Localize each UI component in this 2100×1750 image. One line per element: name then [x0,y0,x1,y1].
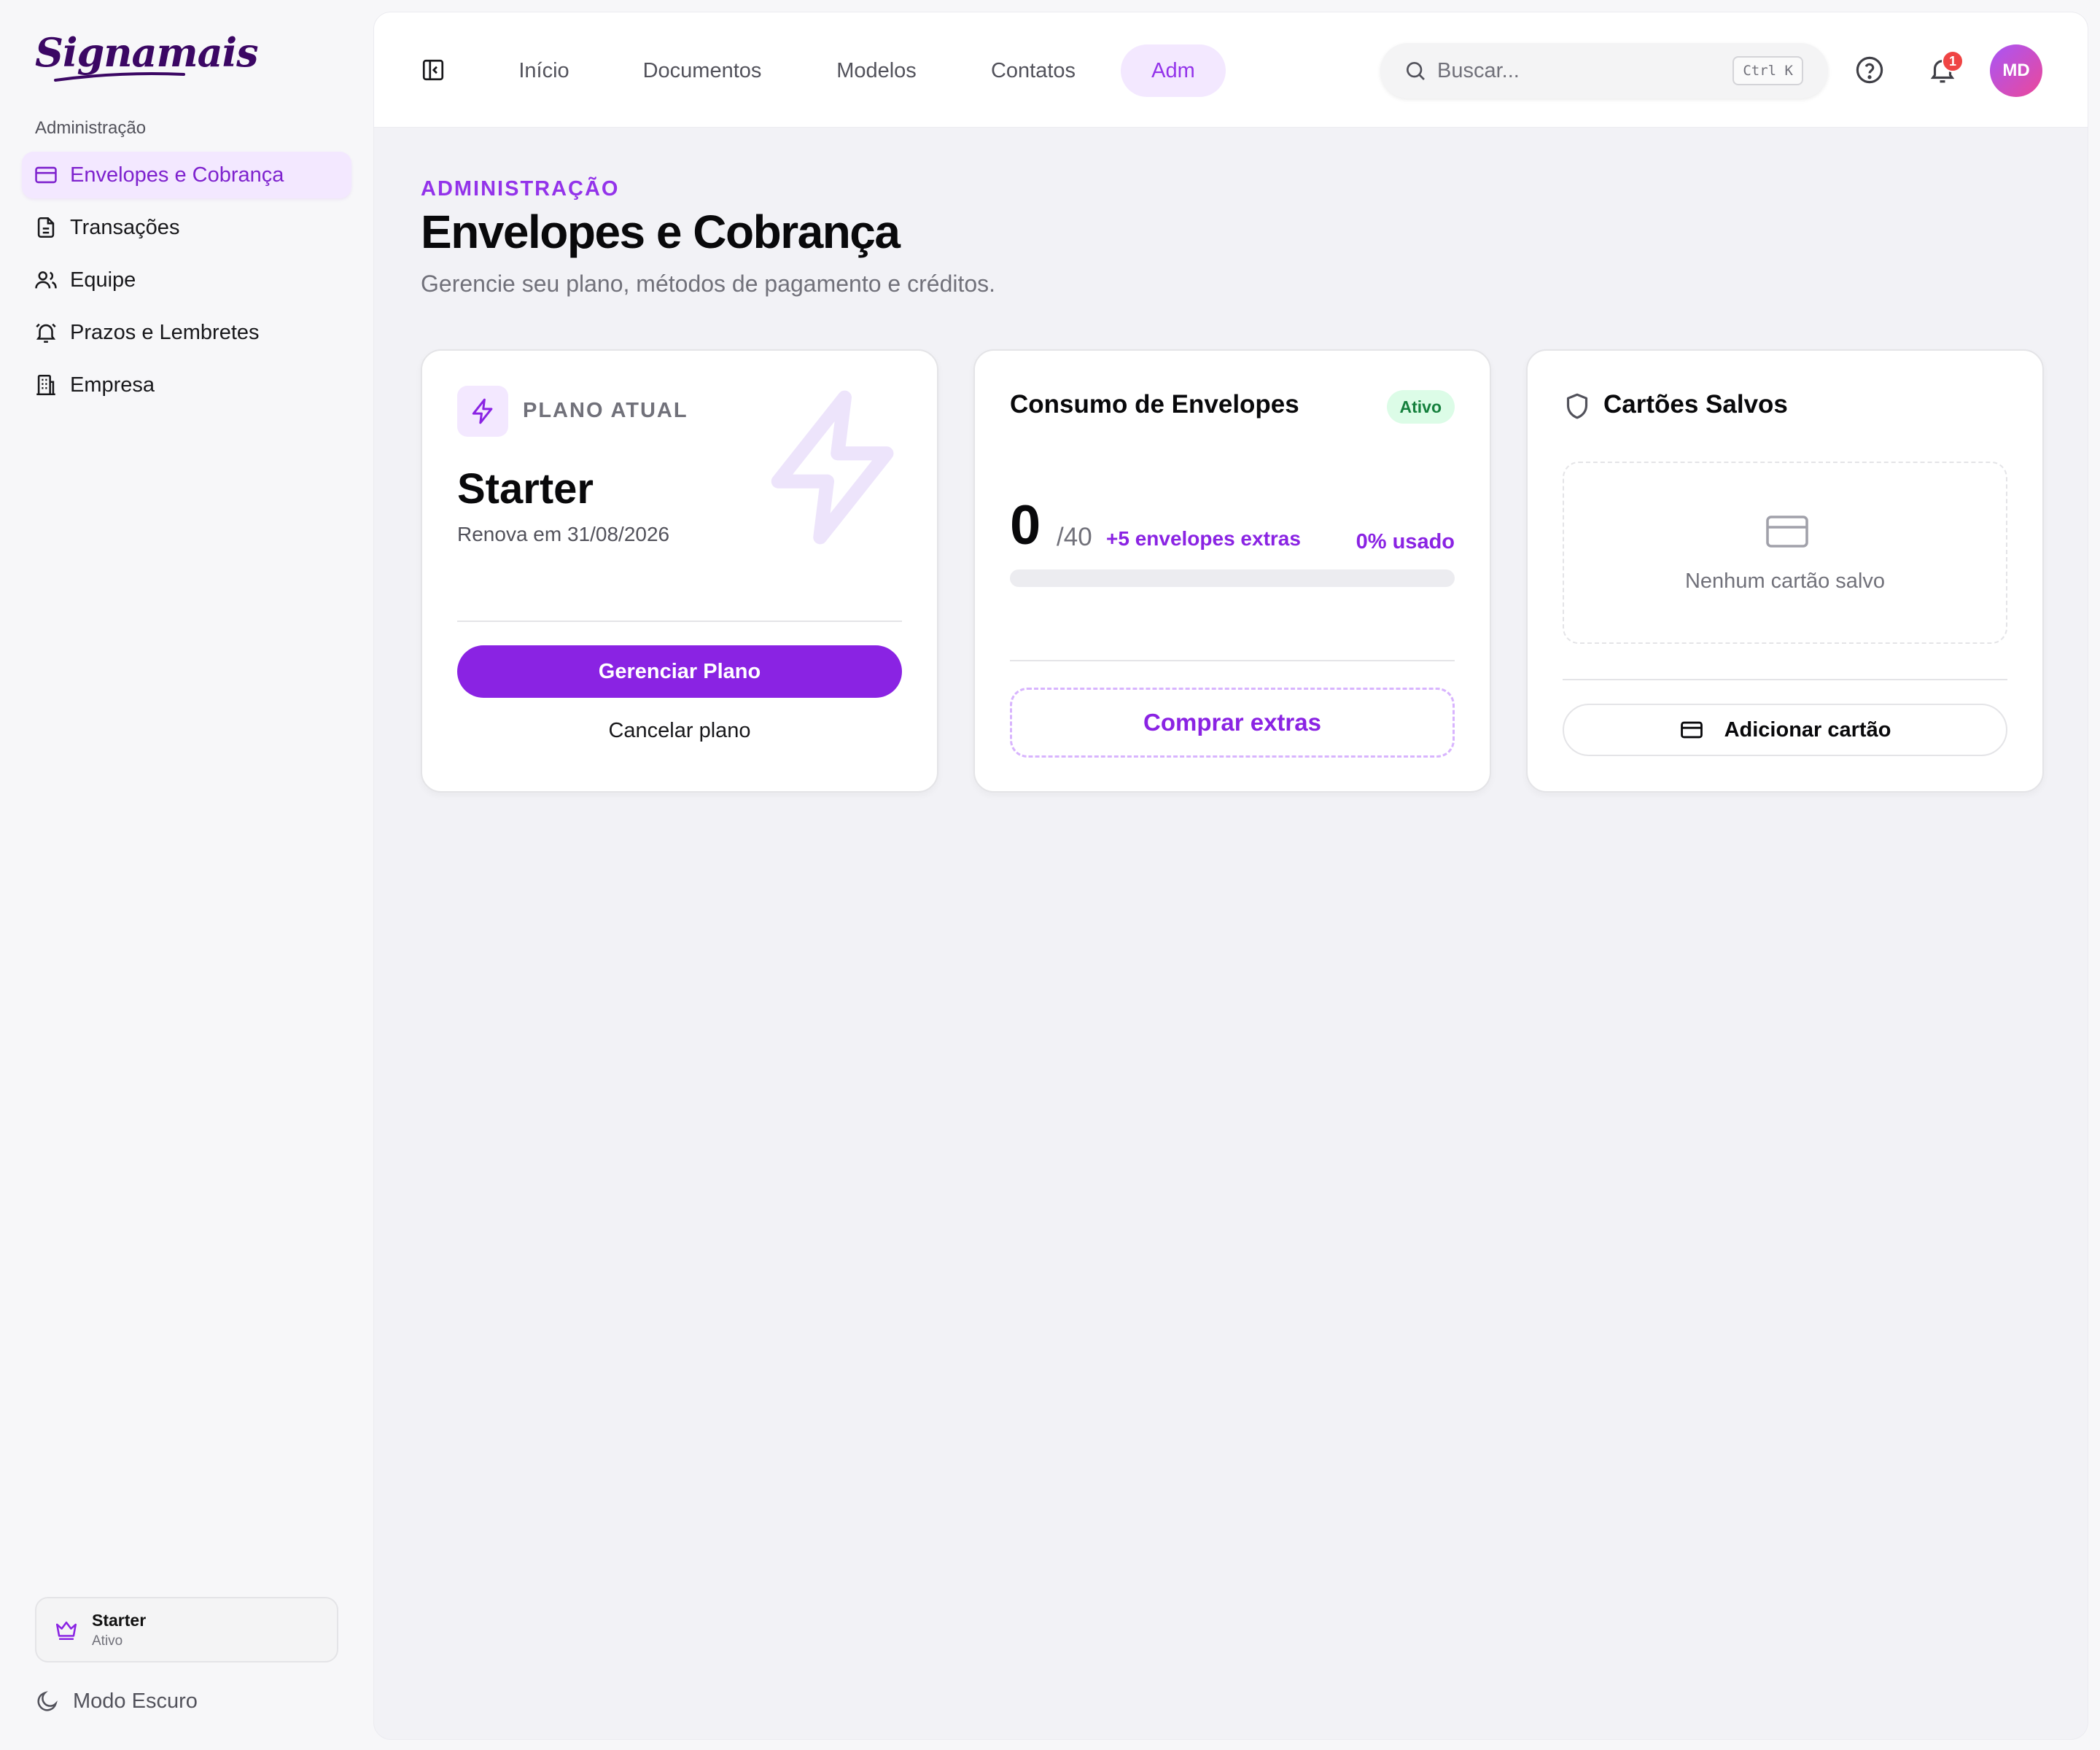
sidebar-item-label: Empresa [70,373,155,397]
cancel-plan-button[interactable]: Cancelar plano [457,712,902,749]
search-input[interactable] [1437,58,1729,83]
tab-templates[interactable]: Modelos [807,44,946,97]
sidebar-item-label: Equipe [70,268,136,292]
credit-card-placeholder-icon [1766,516,1808,548]
dark-mode-label: Modo Escuro [73,1689,198,1713]
lightning-watermark-icon [771,390,894,545]
building-icon [36,374,55,396]
main-panel: Início Documentos Modelos Contatos Adm C… [373,12,2088,1740]
plan-label: PLANO ATUAL [523,399,688,422]
lightning-icon [472,398,493,424]
sidebar-item-label: Prazos e Lembretes [70,320,260,344]
crown-icon [55,1621,77,1641]
dark-mode-toggle[interactable]: Modo Escuro [35,1689,198,1714]
search-box[interactable]: Ctrl K [1380,43,1828,98]
manage-plan-button[interactable]: Gerenciar Plano [457,645,902,698]
shield-icon [1566,393,1588,419]
sidebar-item-team[interactable]: Equipe [22,257,351,303]
search-shortcut-hint: Ctrl K [1732,56,1803,85]
card-divider [1010,660,1455,661]
sidebar-item-label: Transações [70,215,180,239]
sidebar-nav: Envelopes e Cobrança Transações Equipe P… [22,152,351,414]
sidebar-toggle-icon[interactable] [421,58,446,82]
current-plan-card: PLANO ATUAL Starter Renova em 31/08/2026… [421,349,938,793]
help-icon[interactable] [1854,55,1885,85]
status-badge: Ativo [1386,390,1455,424]
card-divider [1563,679,2007,680]
page-title: Envelopes e Cobrança [421,206,901,258]
saved-cards-title: Cartões Salvos [1603,390,1788,419]
empty-cards-text: Nenhum cartão salvo [1684,569,1886,593]
sidebar-item-company[interactable]: Empresa [22,362,351,408]
buy-extras-button[interactable]: Comprar extras [1010,688,1455,758]
tab-home[interactable]: Início [489,44,599,97]
usage-card-title: Consumo de Envelopes [1010,390,1299,419]
saved-cards-card: Cartões Salvos Nenhum cartão salvo Adici… [1526,349,2044,793]
envelopes-used-count: 0 [1010,494,1041,556]
credit-card-icon [1680,721,1703,739]
sidebar: Signamais Administração Envelopes e Cobr… [0,0,372,1750]
plan-badge-name: Starter [92,1610,147,1630]
plan-badge-status: Ativo [92,1633,123,1649]
envelope-usage-card: Consumo de Envelopes Ativo 0 /40 +5 enve… [973,349,1491,793]
plan-icon-box [457,386,508,437]
tab-contacts[interactable]: Contatos [960,44,1106,97]
sidebar-item-deadlines[interactable]: Prazos e Lembretes [22,309,351,356]
credit-card-icon [35,166,57,184]
sidebar-item-envelopes-billing[interactable]: Envelopes e Cobrança [22,152,351,198]
card-divider [457,621,902,622]
tab-admin[interactable]: Adm [1121,44,1226,97]
tab-documents[interactable]: Documentos [615,44,790,97]
envelopes-limit: /40 [1057,523,1092,551]
moon-icon [37,1691,58,1711]
notification-count-badge: 1 [1942,50,1964,72]
alarm-bell-icon [36,323,56,343]
usage-progress-bar [1010,569,1455,587]
logo-swoosh-icon [54,72,185,82]
sidebar-section-label: Administração [35,118,147,138]
users-icon [35,271,57,289]
document-icon [37,217,55,238]
usage-percent: 0% usado [1356,530,1455,553]
user-avatar[interactable]: MD [1990,44,2042,97]
extra-envelopes: +5 envelopes extras [1106,527,1301,550]
brand-logo[interactable]: Signamais [35,29,259,76]
plan-renewal-date: Renova em 31/08/2026 [457,523,670,545]
empty-cards-state: Nenhum cartão salvo [1563,462,2007,644]
search-icon [1407,62,1425,80]
sidebar-item-label: Envelopes e Cobrança [70,163,284,187]
add-card-button[interactable]: Adicionar cartão [1563,704,2007,756]
topbar: Início Documentos Modelos Contatos Adm C… [374,12,2088,128]
page-subtitle: Gerencie seu plano, métodos de pagamento… [421,271,996,297]
plan-name: Starter [457,465,594,513]
add-card-label: Adicionar cartão [1724,718,1891,742]
sidebar-item-transactions[interactable]: Transações [22,204,351,251]
sidebar-plan-badge[interactable]: Starter Ativo [35,1597,338,1662]
page-eyebrow: ADMINISTRAÇÃO [421,177,620,201]
